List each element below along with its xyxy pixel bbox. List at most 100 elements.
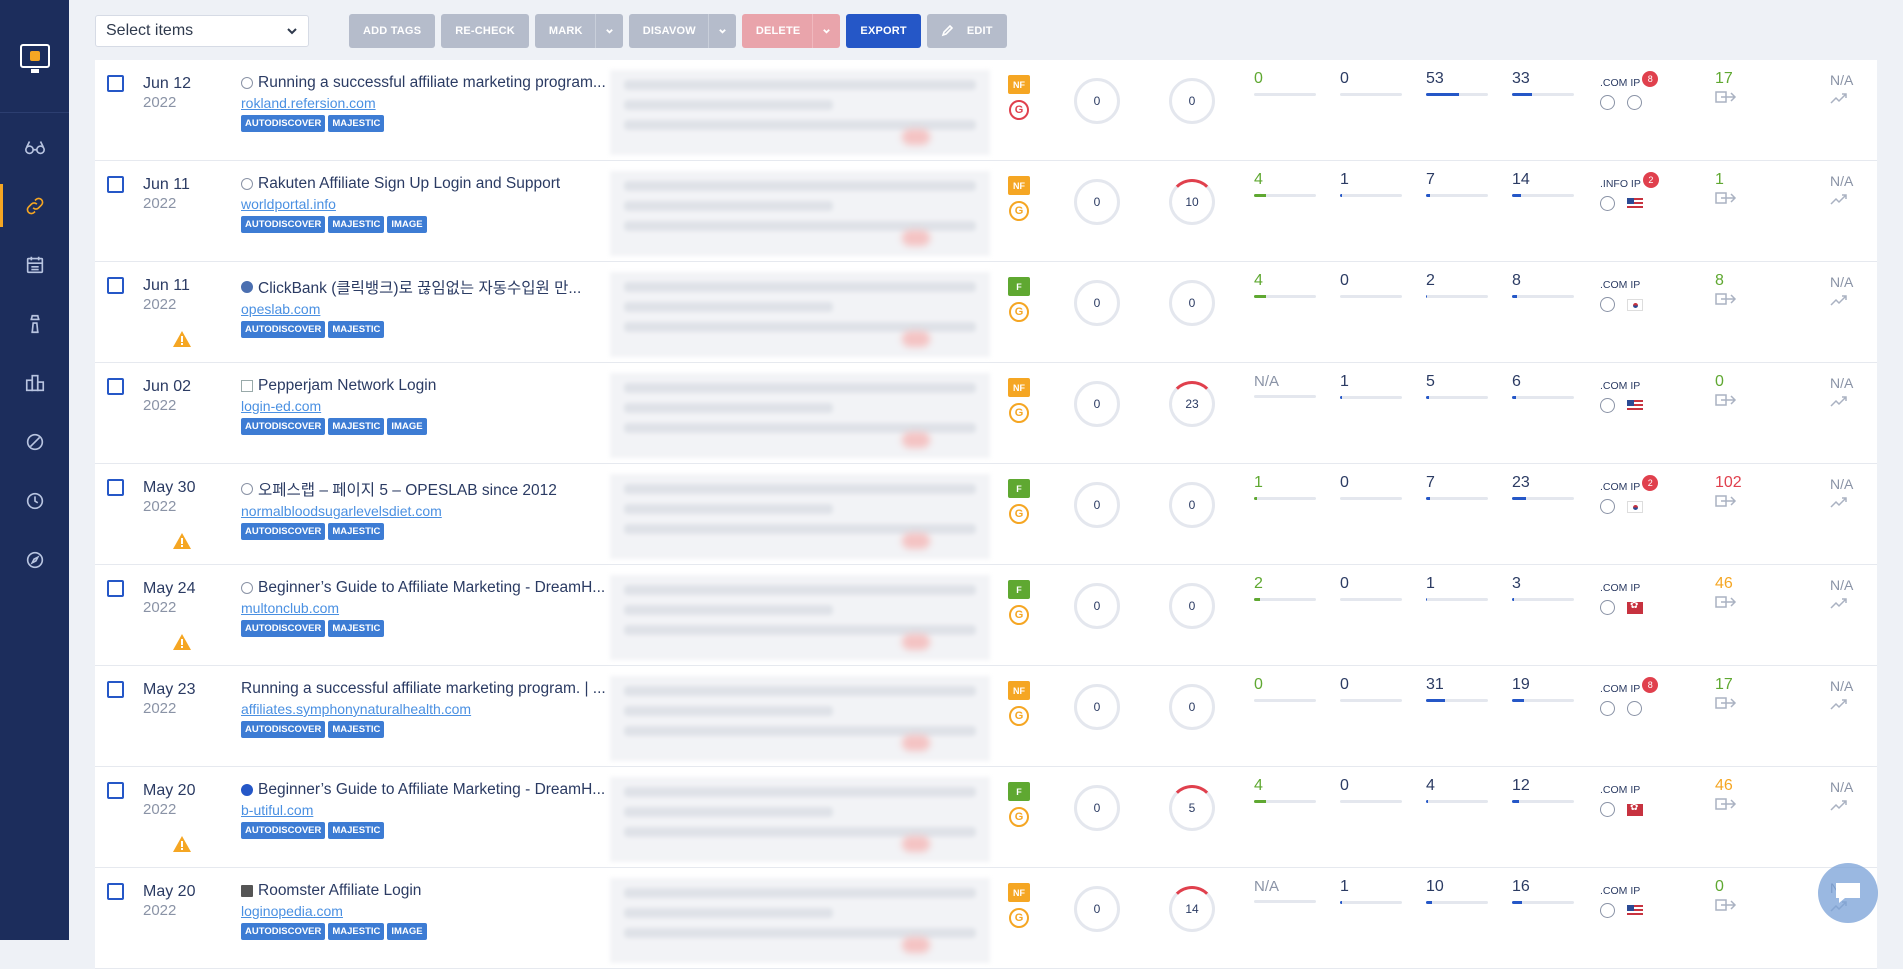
tag-badge[interactable]: AUTODISCOVER: [241, 620, 326, 637]
trend-chart-icon[interactable]: [1830, 698, 1848, 710]
outbound-arrow-icon[interactable]: [1715, 494, 1737, 508]
outbound-arrow-icon[interactable]: [1715, 90, 1737, 104]
sidebar-item-view[interactable]: [0, 117, 69, 176]
table-row[interactable]: Jun 02 2022 Pepperjam Network Login logi…: [95, 363, 1877, 464]
tag-badge[interactable]: AUTODISCOVER: [241, 923, 326, 940]
add-tags-button[interactable]: ADD TAGS: [349, 14, 436, 48]
tag-badge[interactable]: MAJESTIC: [328, 620, 385, 637]
outbound-arrow-icon[interactable]: [1715, 292, 1737, 306]
disavow-dropdown-toggle[interactable]: [707, 14, 736, 48]
row-checkbox[interactable]: [107, 479, 124, 496]
tag-badge[interactable]: AUTODISCOVER: [241, 418, 326, 435]
source-url-link[interactable]: normalbloodsugarlevelsdiet.com: [241, 503, 611, 519]
outbound-arrow-icon[interactable]: [1715, 797, 1737, 811]
page-title-link[interactable]: Roomster Affiliate Login: [241, 882, 611, 900]
ip-count-badge[interactable]: 8: [1642, 71, 1659, 87]
sidebar-item-links[interactable]: [0, 176, 69, 235]
trend-chart-icon[interactable]: [1830, 294, 1848, 306]
trend-chart-icon[interactable]: [1830, 799, 1848, 811]
row-checkbox[interactable]: [107, 681, 124, 698]
table-row[interactable]: May 20 2022 Roomster Affiliate Login log…: [95, 868, 1877, 969]
row-checkbox[interactable]: [107, 75, 124, 92]
mark-button[interactable]: MARK: [534, 14, 623, 48]
warning-icon[interactable]: [172, 532, 192, 550]
trend-chart-icon[interactable]: [1830, 92, 1848, 104]
ip-count-badge[interactable]: 2: [1642, 172, 1659, 188]
source-url-link[interactable]: multonclub.com: [241, 600, 611, 616]
table-row[interactable]: May 23 2022 Running a successful affilia…: [95, 666, 1877, 767]
source-url-link[interactable]: b-utiful.com: [241, 802, 611, 818]
outbound-arrow-icon[interactable]: [1715, 696, 1737, 710]
row-checkbox[interactable]: [107, 176, 124, 193]
tag-badge[interactable]: MAJESTIC: [328, 115, 385, 132]
table-row[interactable]: May 30 2022 오페스랩 – 페이지 5 – OPESLAB since…: [95, 464, 1877, 565]
warning-icon[interactable]: [172, 633, 192, 651]
trend-chart-icon[interactable]: [1830, 597, 1848, 609]
trend-chart-icon[interactable]: [1830, 395, 1848, 407]
source-url-link[interactable]: affiliates.symphonynaturalhealth.com: [241, 701, 611, 717]
row-checkbox[interactable]: [107, 883, 124, 900]
tag-badge[interactable]: AUTODISCOVER: [241, 115, 326, 132]
disavow-button[interactable]: DISAVOW: [628, 14, 736, 48]
outbound-arrow-icon[interactable]: [1715, 595, 1737, 609]
outbound-arrow-icon[interactable]: [1715, 191, 1737, 205]
chat-button[interactable]: [1818, 863, 1878, 923]
source-url-link[interactable]: loginopedia.com: [241, 903, 611, 919]
sidebar-item-disavow[interactable]: [0, 412, 69, 471]
page-title-link[interactable]: Beginner’s Guide to Affiliate Marketing …: [241, 579, 611, 597]
recheck-button[interactable]: RE-CHECK: [441, 14, 529, 48]
warning-icon[interactable]: [172, 330, 192, 348]
edit-button[interactable]: EDIT: [926, 14, 1007, 48]
mark-dropdown-toggle[interactable]: [594, 14, 623, 48]
tag-badge[interactable]: IMAGE: [387, 418, 427, 435]
sidebar-item-history[interactable]: [0, 471, 69, 530]
page-title-link[interactable]: 오페스랩 – 페이지 5 – OPESLAB since 2012: [241, 478, 611, 500]
outbound-arrow-icon[interactable]: [1715, 898, 1737, 912]
app-logo[interactable]: [0, 0, 69, 113]
trend-chart-icon[interactable]: [1830, 193, 1848, 205]
tag-badge[interactable]: AUTODISCOVER: [241, 822, 326, 839]
tag-badge[interactable]: IMAGE: [387, 216, 427, 233]
table-row[interactable]: May 24 2022 Beginner’s Guide to Affiliat…: [95, 565, 1877, 666]
select-items-dropdown[interactable]: Select items: [95, 15, 309, 47]
delete-button[interactable]: DELETE: [741, 14, 841, 48]
page-title-link[interactable]: Running a successful affiliate marketing…: [241, 74, 611, 92]
tag-badge[interactable]: IMAGE: [387, 923, 427, 940]
tag-badge[interactable]: MAJESTIC: [328, 721, 385, 738]
sidebar-item-buildings[interactable]: [0, 353, 69, 412]
page-title-link[interactable]: ClickBank (클릭뱅크)로 끊임없는 자동수입원 만...: [241, 276, 611, 298]
table-row[interactable]: May 20 2022 Beginner’s Guide to Affiliat…: [95, 767, 1877, 868]
source-url-link[interactable]: opeslab.com: [241, 301, 611, 317]
source-url-link[interactable]: worldportal.info: [241, 196, 611, 212]
tag-badge[interactable]: MAJESTIC: [328, 523, 385, 540]
row-checkbox[interactable]: [107, 782, 124, 799]
outbound-arrow-icon[interactable]: [1715, 393, 1737, 407]
sidebar-item-tower[interactable]: [0, 294, 69, 353]
tag-badge[interactable]: AUTODISCOVER: [241, 523, 326, 540]
warning-icon[interactable]: [172, 835, 192, 853]
page-title-link[interactable]: Pepperjam Network Login: [241, 377, 611, 395]
tag-badge[interactable]: AUTODISCOVER: [241, 721, 326, 738]
tag-badge[interactable]: MAJESTIC: [328, 321, 385, 338]
tag-badge[interactable]: AUTODISCOVER: [241, 216, 326, 233]
table-row[interactable]: Jun 12 2022 Running a successful affilia…: [95, 60, 1877, 161]
delete-dropdown-toggle[interactable]: [812, 14, 840, 48]
tag-badge[interactable]: MAJESTIC: [328, 418, 385, 435]
tag-badge[interactable]: AUTODISCOVER: [241, 321, 326, 338]
tag-badge[interactable]: MAJESTIC: [328, 923, 385, 940]
source-url-link[interactable]: rokland.refersion.com: [241, 95, 611, 111]
table-row[interactable]: Jun 11 2022 Rakuten Affiliate Sign Up Lo…: [95, 161, 1877, 262]
table-row[interactable]: Jun 11 2022 ClickBank (클릭뱅크)로 끊임없는 자동수입원…: [95, 262, 1877, 363]
row-checkbox[interactable]: [107, 277, 124, 294]
tag-badge[interactable]: MAJESTIC: [328, 216, 385, 233]
page-title-link[interactable]: Running a successful affiliate marketing…: [241, 680, 611, 698]
ip-count-badge[interactable]: 2: [1642, 475, 1659, 491]
source-url-link[interactable]: login-ed.com: [241, 398, 611, 414]
tag-badge[interactable]: MAJESTIC: [328, 822, 385, 839]
row-checkbox[interactable]: [107, 580, 124, 597]
sidebar-item-calendar[interactable]: [0, 235, 69, 294]
page-title-link[interactable]: Beginner’s Guide to Affiliate Marketing …: [241, 781, 611, 799]
page-title-link[interactable]: Rakuten Affiliate Sign Up Login and Supp…: [241, 175, 611, 193]
trend-chart-icon[interactable]: [1830, 496, 1848, 508]
ip-count-badge[interactable]: 8: [1642, 677, 1659, 693]
